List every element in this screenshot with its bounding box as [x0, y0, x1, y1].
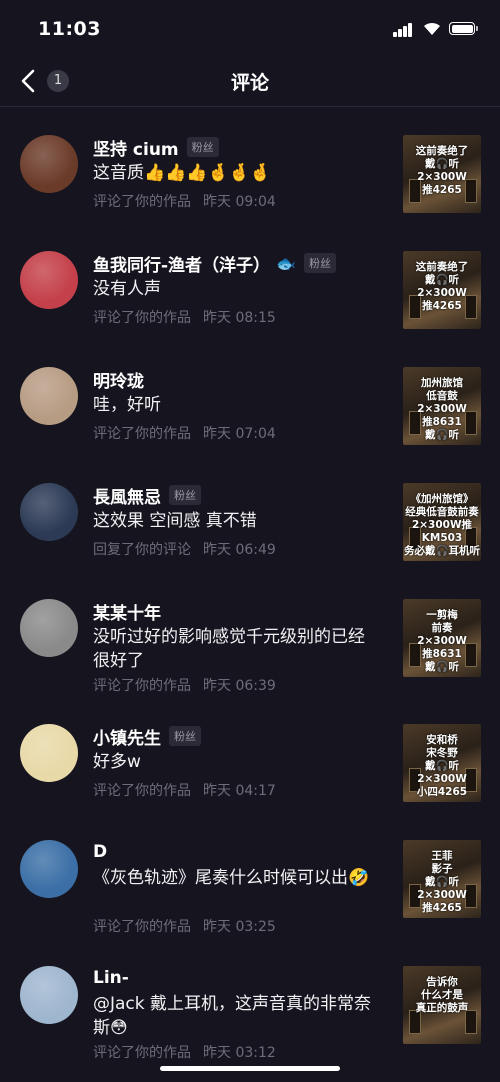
timestamp: 昨天 08:15 [203, 310, 276, 326]
avatar[interactable] [20, 966, 78, 1024]
fan-badge: 粉丝 [303, 253, 336, 273]
timestamp: 昨天 09:04 [203, 194, 276, 210]
video-thumbnail[interactable]: 《加州旅馆》 经典低音鼓前奏 2×300W推KM503 务必戴🎧耳机听 [403, 483, 481, 561]
status-time: 11:03 [38, 18, 101, 40]
comment-row[interactable]: 明玲珑 哇，好听评论了你的作品 昨天 07:04 加州旅馆 低音鼓 2×300W 推8… [0, 367, 500, 483]
comment-row[interactable]: Lin- @Jack 戴上耳机，这声音真的非常奈斯😳 评论了你的作品 昨天 03:12… [0, 966, 500, 1082]
action-text: 评论了你的作品 [93, 919, 191, 935]
avatar[interactable] [20, 251, 78, 309]
timestamp: 昨天 06:39 [203, 678, 276, 694]
comment-row[interactable]: 某某十年 没听过好的影响感觉千元级别的已经很好了 评论了你的作品 昨天 06:39 一剪… [0, 599, 500, 715]
fan-badge: 粉丝 [169, 485, 201, 505]
home-indicator[interactable] [160, 1066, 340, 1071]
user-name-row: Lin- [93, 966, 129, 990]
comment-meta: 评论了你的作品 昨天 09:04 [93, 191, 276, 211]
user-name-row: D [93, 840, 107, 864]
avatar[interactable] [20, 483, 78, 541]
user-name-row: 某某十年 [93, 599, 161, 624]
fan-badge: 粉丝 [169, 726, 201, 746]
avatar[interactable] [20, 724, 78, 782]
thumbnail-caption: 加州旅馆 低音鼓 2×300W 推8631 戴🎧听 [417, 377, 467, 441]
action-text: 评论了你的作品 [93, 194, 191, 210]
video-thumbnail[interactable]: 告诉你 什么才是 真正的鼓声 [403, 966, 481, 1044]
action-text: 评论了你的作品 [93, 426, 191, 442]
action-text: 评论了你的作品 [93, 310, 191, 326]
action-text: 评论了你的作品 [93, 1045, 191, 1061]
thumbnail-caption: 安和桥 宋冬野 戴🎧听 2×300W 小四4265 [416, 734, 468, 798]
user-name[interactable]: 鱼我同行-渔者（洋子） [93, 251, 270, 276]
comment-meta: 评论了你的作品 昨天 06:39 [93, 675, 276, 695]
comment-meta: 回复了你的评论 昨天 06:49 [93, 539, 276, 559]
status-bar: 11:03 [0, 0, 500, 56]
comment-text[interactable]: 《灰色轨迹》尾奏什么时候可以出🤣 [93, 866, 373, 890]
comment-text[interactable]: @Jack 戴上耳机，这声音真的非常奈斯😳 [93, 992, 373, 1040]
action-text: 评论了你的作品 [93, 678, 191, 694]
user-name-row: 明玲珑 [93, 367, 144, 392]
comment-text[interactable]: 没听过好的影响感觉千元级别的已经很好了 [93, 625, 373, 673]
action-text: 评论了你的作品 [93, 783, 191, 799]
thumbnail-caption: 王菲 影子 戴🎧听 2×300W 推4265 [417, 850, 467, 914]
timestamp: 昨天 07:04 [203, 426, 276, 442]
avatar[interactable] [20, 840, 78, 898]
comment-row[interactable]: D 《灰色轨迹》尾奏什么时候可以出🤣 评论了你的作品 昨天 03:25 王菲 影子 戴🎧… [0, 840, 500, 956]
comment-text[interactable]: 好多w [93, 750, 373, 774]
user-name[interactable]: D [93, 842, 107, 862]
comment-meta: 评论了你的作品 昨天 03:25 [93, 916, 276, 936]
comment-row[interactable]: 長風無忌 粉丝 这效果 空间感 真不错 回复了你的评论 昨天 06:49 《加州旅馆》 经… [0, 483, 500, 599]
avatar[interactable] [20, 135, 78, 193]
video-thumbnail[interactable]: 这前奏绝了 戴🎧听 2×300W 推4265 [403, 135, 481, 213]
video-thumbnail[interactable]: 安和桥 宋冬野 戴🎧听 2×300W 小四4265 [403, 724, 481, 802]
avatar[interactable] [20, 367, 78, 425]
user-name-row: 坚持 cium 粉丝 [93, 135, 219, 160]
timestamp: 昨天 03:25 [203, 919, 276, 935]
video-thumbnail[interactable]: 加州旅馆 低音鼓 2×300W 推8631 戴🎧听 [403, 367, 481, 445]
page-title: 评论 [230, 72, 269, 94]
timestamp: 昨天 06:49 [203, 542, 276, 558]
comment-meta: 评论了你的作品 昨天 08:15 [93, 307, 276, 327]
user-name[interactable]: 長風無忌 [93, 483, 161, 508]
nav-bar: 1 评论 [0, 56, 500, 107]
video-thumbnail[interactable]: 王菲 影子 戴🎧听 2×300W 推4265 [403, 840, 481, 918]
avatar[interactable] [20, 599, 78, 657]
thumbnail-caption: 《加州旅馆》 经典低音鼓前奏 2×300W推KM503 务必戴🎧耳机听 [403, 493, 481, 557]
user-name-row: 長風無忌 粉丝 [93, 483, 201, 508]
video-thumbnail[interactable]: 一剪梅 前奏 2×300W 推8631 戴🎧听 [403, 599, 481, 677]
user-name[interactable]: 坚持 cium [93, 135, 179, 160]
thumbnail-caption: 告诉你 什么才是 真正的鼓声 [415, 976, 469, 1014]
comment-text[interactable]: 这音质👍👍👍🤞🤞🤞 [93, 161, 373, 185]
cellular-signal-icon [393, 23, 413, 37]
fan-badge: 粉丝 [186, 137, 219, 157]
fish-emoji: 🐟 [276, 253, 296, 273]
comment-meta: 评论了你的作品 昨天 04:17 [93, 780, 276, 800]
wifi-icon [424, 22, 440, 35]
comment-text[interactable]: 哇，好听 [93, 393, 373, 417]
user-name[interactable]: 某某十年 [93, 599, 161, 624]
comment-row[interactable]: 鱼我同行-渔者（洋子） 🐟 粉丝没有人声评论了你的作品 昨天 08:15 这前奏绝了 戴… [0, 251, 500, 367]
user-name-row: 鱼我同行-渔者（洋子） 🐟 粉丝 [93, 251, 336, 276]
user-name[interactable]: Lin- [93, 968, 129, 988]
thumbnail-caption: 一剪梅 前奏 2×300W 推8631 戴🎧听 [417, 609, 467, 673]
comment-text[interactable]: 没有人声 [93, 277, 373, 301]
user-name-row: 小镇先生 粉丝 [93, 724, 201, 749]
timestamp: 昨天 03:12 [203, 1045, 276, 1061]
user-name[interactable]: 小镇先生 [93, 724, 161, 749]
comment-text[interactable]: 这效果 空间感 真不错 [93, 509, 373, 533]
user-name[interactable]: 明玲珑 [93, 367, 144, 392]
comment-meta: 评论了你的作品 昨天 03:12 [93, 1042, 276, 1062]
thumbnail-caption: 这前奏绝了 戴🎧听 2×300W 推4265 [415, 145, 469, 196]
video-thumbnail[interactable]: 这前奏绝了 戴🎧听 2×300W 推4265 [403, 251, 481, 329]
timestamp: 昨天 04:17 [203, 783, 276, 799]
thumbnail-caption: 这前奏绝了 戴🎧听 2×300W 推4265 [415, 261, 469, 312]
comment-row[interactable]: 小镇先生 粉丝 好多w 评论了你的作品 昨天 04:17 安和桥 宋冬野 戴🎧听 2×30… [0, 724, 500, 840]
comment-meta: 评论了你的作品 昨天 07:04 [93, 423, 276, 443]
battery-icon [449, 22, 478, 35]
comment-row[interactable]: 坚持 cium 粉丝这音质👍👍👍🤞🤞🤞 评论了你的作品 昨天 09:04 这前奏绝了 戴… [0, 135, 500, 251]
action-text: 回复了你的评论 [93, 542, 191, 558]
